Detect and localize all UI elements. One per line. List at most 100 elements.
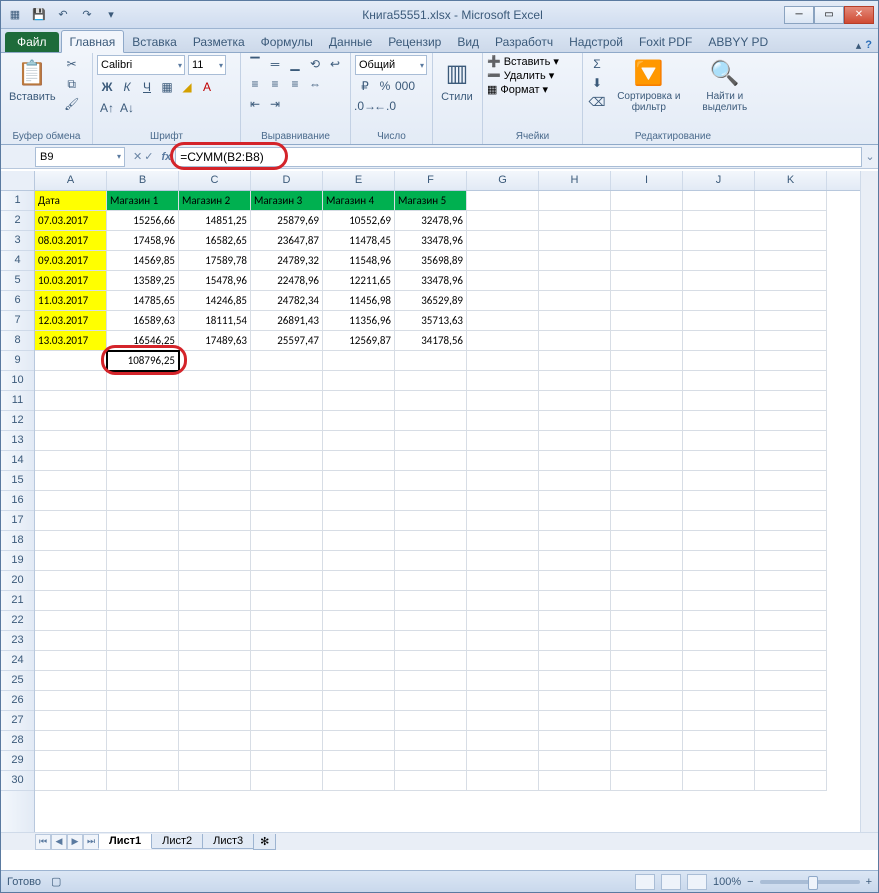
cell-I4[interactable] bbox=[611, 251, 683, 271]
col-header-H[interactable]: H bbox=[539, 171, 611, 190]
cell-C3[interactable]: 16582,65 bbox=[179, 231, 251, 251]
cell-K25[interactable] bbox=[755, 671, 827, 691]
cell-C21[interactable] bbox=[179, 591, 251, 611]
cell-K10[interactable] bbox=[755, 371, 827, 391]
cell-D15[interactable] bbox=[251, 471, 323, 491]
cell-E10[interactable] bbox=[323, 371, 395, 391]
row-header-6[interactable]: 6 bbox=[1, 291, 34, 311]
cell-H23[interactable] bbox=[539, 631, 611, 651]
sheet-tab-1[interactable]: Лист1 bbox=[98, 834, 152, 849]
cell-C26[interactable] bbox=[179, 691, 251, 711]
cell-D30[interactable] bbox=[251, 771, 323, 791]
cell-K9[interactable] bbox=[755, 351, 827, 371]
cell-I26[interactable] bbox=[611, 691, 683, 711]
cell-B17[interactable] bbox=[107, 511, 179, 531]
cell-F1[interactable]: Магазин 5 bbox=[395, 191, 467, 211]
cell-C8[interactable]: 17489,63 bbox=[179, 331, 251, 351]
cell-H20[interactable] bbox=[539, 571, 611, 591]
cell-G23[interactable] bbox=[467, 631, 539, 651]
minimize-button[interactable]: ─ bbox=[784, 6, 814, 24]
tab-addins[interactable]: Надстрой bbox=[561, 31, 631, 52]
cell-A23[interactable] bbox=[35, 631, 107, 651]
cell-H10[interactable] bbox=[539, 371, 611, 391]
font-color-button[interactable]: A bbox=[197, 78, 217, 96]
col-header-A[interactable]: A bbox=[35, 171, 107, 190]
ribbon-minimize-icon[interactable]: ▴ bbox=[856, 39, 862, 52]
cell-F5[interactable]: 33478,96 bbox=[395, 271, 467, 291]
cell-A14[interactable] bbox=[35, 451, 107, 471]
col-header-E[interactable]: E bbox=[323, 171, 395, 190]
cell-F10[interactable] bbox=[395, 371, 467, 391]
cell-G21[interactable] bbox=[467, 591, 539, 611]
currency-button[interactable]: ₽ bbox=[355, 77, 375, 95]
cell-E13[interactable] bbox=[323, 431, 395, 451]
cell-G22[interactable] bbox=[467, 611, 539, 631]
sort-filter-button[interactable]: 🔽Сортировка и фильтр bbox=[609, 55, 689, 115]
border-button[interactable]: ▦ bbox=[157, 78, 177, 96]
cell-B4[interactable]: 14569,85 bbox=[107, 251, 179, 271]
cell-J4[interactable] bbox=[683, 251, 755, 271]
page-break-view-button[interactable] bbox=[687, 874, 707, 890]
cell-I2[interactable] bbox=[611, 211, 683, 231]
increase-decimal-button[interactable]: .0→ bbox=[355, 97, 375, 115]
cell-F29[interactable] bbox=[395, 751, 467, 771]
cell-D9[interactable] bbox=[251, 351, 323, 371]
help-icon[interactable]: ? bbox=[865, 39, 872, 52]
cell-D27[interactable] bbox=[251, 711, 323, 731]
cell-H9[interactable] bbox=[539, 351, 611, 371]
cell-K17[interactable] bbox=[755, 511, 827, 531]
enter-formula-icon[interactable]: ✓ bbox=[144, 150, 153, 163]
cell-E9[interactable] bbox=[323, 351, 395, 371]
cell-A22[interactable] bbox=[35, 611, 107, 631]
tab-layout[interactable]: Разметка bbox=[185, 31, 253, 52]
col-header-K[interactable]: K bbox=[755, 171, 827, 190]
redo-button[interactable]: ↷ bbox=[77, 5, 97, 25]
cell-C25[interactable] bbox=[179, 671, 251, 691]
cell-K6[interactable] bbox=[755, 291, 827, 311]
cell-J9[interactable] bbox=[683, 351, 755, 371]
cell-B5[interactable]: 13589,25 bbox=[107, 271, 179, 291]
cell-I7[interactable] bbox=[611, 311, 683, 331]
cell-I14[interactable] bbox=[611, 451, 683, 471]
cell-B6[interactable]: 14785,65 bbox=[107, 291, 179, 311]
cell-A15[interactable] bbox=[35, 471, 107, 491]
cell-I13[interactable] bbox=[611, 431, 683, 451]
cell-I24[interactable] bbox=[611, 651, 683, 671]
cell-A10[interactable] bbox=[35, 371, 107, 391]
cell-G26[interactable] bbox=[467, 691, 539, 711]
tab-developer[interactable]: Разработч bbox=[487, 31, 561, 52]
cell-K24[interactable] bbox=[755, 651, 827, 671]
cell-E18[interactable] bbox=[323, 531, 395, 551]
cell-B9[interactable]: 108796,25 bbox=[107, 351, 179, 371]
cell-D5[interactable]: 22478,96 bbox=[251, 271, 323, 291]
cell-E11[interactable] bbox=[323, 391, 395, 411]
cell-G20[interactable] bbox=[467, 571, 539, 591]
worksheet-grid[interactable]: ABCDEFGHIJK 1234567891011121314151617181… bbox=[1, 171, 878, 850]
cell-D20[interactable] bbox=[251, 571, 323, 591]
cell-H4[interactable] bbox=[539, 251, 611, 271]
cell-G18[interactable] bbox=[467, 531, 539, 551]
cell-J18[interactable] bbox=[683, 531, 755, 551]
cell-E2[interactable]: 10552,69 bbox=[323, 211, 395, 231]
cell-F13[interactable] bbox=[395, 431, 467, 451]
last-sheet-button[interactable]: ⏭ bbox=[83, 834, 99, 850]
cell-K27[interactable] bbox=[755, 711, 827, 731]
cell-F12[interactable] bbox=[395, 411, 467, 431]
cell-D24[interactable] bbox=[251, 651, 323, 671]
cell-F6[interactable]: 36529,89 bbox=[395, 291, 467, 311]
cell-B13[interactable] bbox=[107, 431, 179, 451]
cell-K29[interactable] bbox=[755, 751, 827, 771]
cell-D28[interactable] bbox=[251, 731, 323, 751]
row-header-5[interactable]: 5 bbox=[1, 271, 34, 291]
cell-C17[interactable] bbox=[179, 511, 251, 531]
row-header-9[interactable]: 9 bbox=[1, 351, 34, 371]
cell-C13[interactable] bbox=[179, 431, 251, 451]
font-name-combo[interactable]: Calibri bbox=[97, 55, 185, 75]
cell-E3[interactable]: 11478,45 bbox=[323, 231, 395, 251]
cell-J14[interactable] bbox=[683, 451, 755, 471]
cell-A12[interactable] bbox=[35, 411, 107, 431]
cell-E21[interactable] bbox=[323, 591, 395, 611]
fill-color-button[interactable]: ◢ bbox=[177, 78, 197, 96]
cell-K23[interactable] bbox=[755, 631, 827, 651]
cell-B8[interactable]: 16546,25 bbox=[107, 331, 179, 351]
